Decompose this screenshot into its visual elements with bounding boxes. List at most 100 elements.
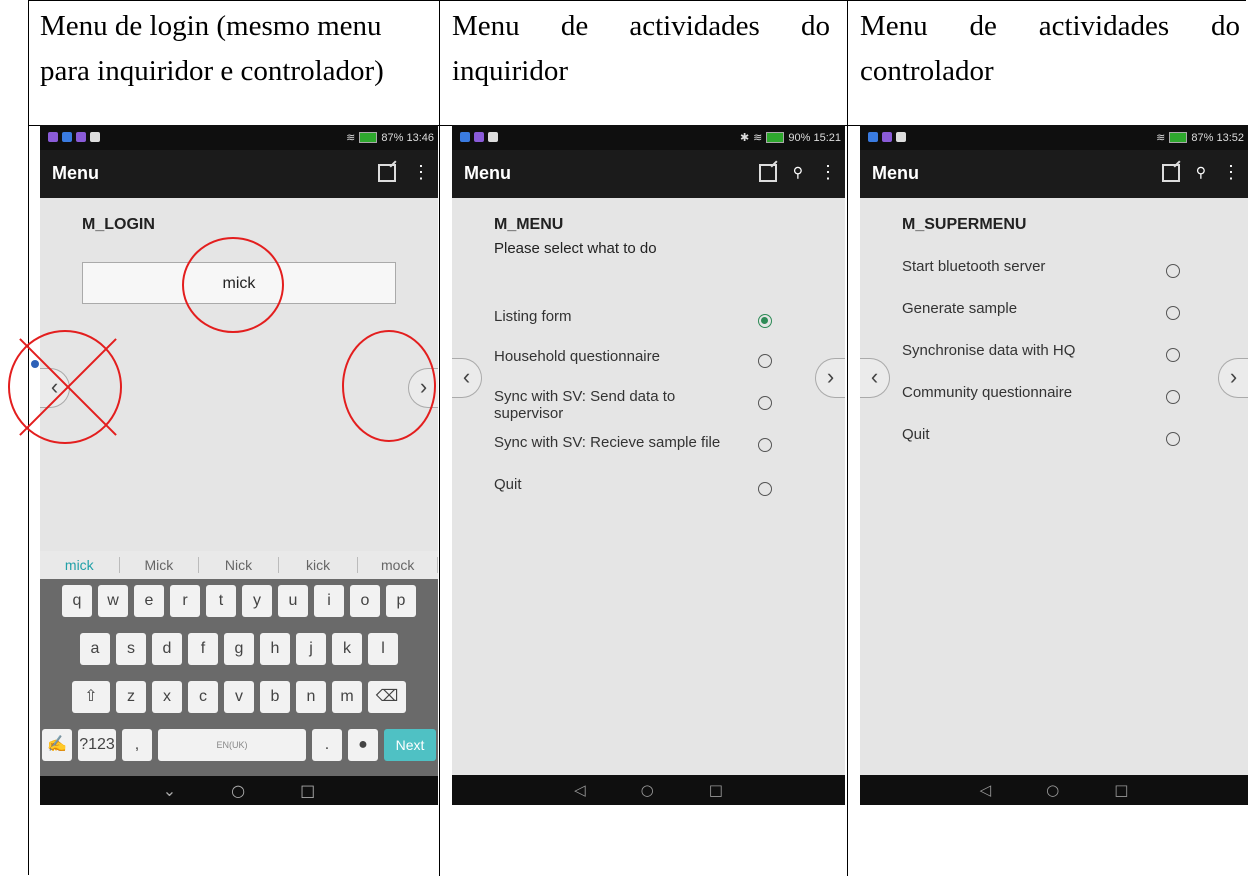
- caption-text: Menu de login (mesmo menu: [40, 10, 382, 42]
- recents-icon[interactable]: □: [300, 781, 315, 800]
- edit-icon[interactable]: [758, 163, 777, 182]
- option-label[interactable]: Sync with SV: Recieve sample file: [494, 434, 720, 451]
- key[interactable]: f: [188, 633, 218, 665]
- home-icon[interactable]: ○: [231, 781, 245, 800]
- radio-button[interactable]: [1166, 348, 1180, 362]
- chevron-down-icon[interactable]: ⌄: [163, 781, 176, 800]
- key[interactable]: i: [314, 585, 344, 617]
- option-label[interactable]: Start bluetooth server: [902, 258, 1045, 275]
- wifi-icon: ≋: [346, 132, 356, 144]
- key[interactable]: q: [62, 585, 92, 617]
- form-content: M_MENU Please select what to do Listing …: [452, 198, 845, 805]
- key[interactable]: l: [368, 633, 398, 665]
- previous-button[interactable]: ‹: [452, 358, 482, 398]
- option-label[interactable]: Listing form: [494, 308, 572, 325]
- option-label[interactable]: Community questionnaire: [902, 384, 1072, 401]
- phone-inquiridor: ✱ ≋ 90% 15:21 Menu ⚲ ⋮ M_MENU Please select…: [452, 125, 845, 805]
- status-right: ✱ ≋ 90% 15:21: [739, 131, 841, 145]
- edit-icon[interactable]: [378, 163, 396, 182]
- key[interactable]: r: [170, 585, 200, 617]
- bluetooth-icon: ✱: [739, 132, 750, 144]
- keyboard: mick Mick Nick kick mock qwertyuiop asdf…: [40, 551, 438, 776]
- microphone-icon[interactable]: ●: [348, 729, 378, 761]
- search-icon[interactable]: ⚲: [1196, 164, 1206, 181]
- backspace-key[interactable]: ⌫: [368, 681, 406, 713]
- key[interactable]: o: [350, 585, 380, 617]
- suggestion[interactable]: kick: [279, 557, 359, 573]
- key[interactable]: n: [296, 681, 326, 713]
- overflow-menu-icon[interactable]: ⋮: [819, 162, 837, 183]
- home-icon[interactable]: ○: [1046, 781, 1059, 799]
- key[interactable]: s: [116, 633, 146, 665]
- option-label[interactable]: Quit: [494, 476, 522, 493]
- suggestion[interactable]: Nick: [199, 557, 279, 573]
- radio-button[interactable]: [1166, 432, 1180, 446]
- suggestion[interactable]: Mick: [120, 557, 200, 573]
- key[interactable]: h: [260, 633, 290, 665]
- key[interactable]: d: [152, 633, 182, 665]
- home-icon[interactable]: ○: [641, 781, 654, 799]
- key[interactable]: w: [98, 585, 128, 617]
- suggestion[interactable]: mick: [40, 557, 120, 573]
- next-button[interactable]: ›: [1218, 358, 1248, 398]
- radio-button[interactable]: [1166, 390, 1180, 404]
- option-label[interactable]: Generate sample: [902, 300, 1017, 317]
- key[interactable]: b: [260, 681, 290, 713]
- search-icon[interactable]: ⚲: [793, 164, 803, 181]
- key[interactable]: a: [80, 633, 110, 665]
- key[interactable]: m: [332, 681, 362, 713]
- suggestion-bar: mick Mick Nick kick mock: [40, 551, 438, 579]
- symbols-key[interactable]: ?123: [78, 729, 116, 761]
- comma-key[interactable]: ,: [122, 729, 152, 761]
- radio-button[interactable]: [1166, 306, 1180, 320]
- radio-button[interactable]: [758, 438, 772, 452]
- overflow-menu-icon[interactable]: ⋮: [1222, 162, 1240, 183]
- space-key[interactable]: EN(UK): [158, 729, 306, 761]
- radio-button[interactable]: [1166, 264, 1180, 278]
- app-title: Menu: [52, 163, 99, 183]
- annotation-dot: [31, 360, 39, 368]
- caption-word: de: [969, 10, 997, 42]
- overflow-menu-icon[interactable]: ⋮: [412, 162, 430, 183]
- next-key[interactable]: Next: [384, 729, 436, 761]
- back-icon[interactable]: ◁: [574, 781, 586, 799]
- option-label[interactable]: Sync with SV: Send data to supervisor: [494, 388, 714, 422]
- option-label[interactable]: Synchronise data with HQ: [902, 342, 1075, 359]
- key[interactable]: y: [242, 585, 272, 617]
- option-label[interactable]: Household questionnaire: [494, 348, 660, 365]
- radio-selected[interactable]: [758, 314, 772, 328]
- radio-button[interactable]: [758, 482, 772, 496]
- key[interactable]: t: [206, 585, 236, 617]
- radio-button[interactable]: [758, 396, 772, 410]
- column-divider: [439, 1, 440, 876]
- key[interactable]: z: [116, 681, 146, 713]
- edit-icon[interactable]: [1161, 163, 1180, 182]
- previous-button[interactable]: ‹: [860, 358, 890, 398]
- period-key[interactable]: .: [312, 729, 342, 761]
- suggestion[interactable]: mock: [358, 557, 438, 573]
- battery-icon: [359, 132, 378, 143]
- handwriting-icon[interactable]: ✍: [42, 729, 72, 761]
- key[interactable]: c: [188, 681, 218, 713]
- key[interactable]: e: [134, 585, 164, 617]
- key[interactable]: g: [224, 633, 254, 665]
- battery-icon: [766, 132, 785, 143]
- key[interactable]: x: [152, 681, 182, 713]
- option-label[interactable]: Quit: [902, 426, 930, 443]
- key[interactable]: p: [386, 585, 416, 617]
- shift-key[interactable]: ⇧: [72, 681, 110, 713]
- status-bar: ≋ 87% 13:46: [40, 125, 438, 150]
- caption-word: actividades: [1038, 10, 1170, 42]
- caption-text: inquiridor: [452, 55, 568, 87]
- key[interactable]: u: [278, 585, 308, 617]
- radio-button[interactable]: [758, 354, 772, 368]
- key[interactable]: k: [332, 633, 362, 665]
- back-icon[interactable]: ◁: [980, 781, 992, 799]
- key[interactable]: v: [224, 681, 254, 713]
- recents-icon[interactable]: □: [709, 781, 723, 799]
- next-button[interactable]: ›: [815, 358, 845, 398]
- caption-line: Menu de actividades do: [860, 4, 1240, 49]
- status-right: ≋ 87% 13:52: [1156, 131, 1244, 145]
- recents-icon[interactable]: □: [1114, 781, 1128, 799]
- key[interactable]: j: [296, 633, 326, 665]
